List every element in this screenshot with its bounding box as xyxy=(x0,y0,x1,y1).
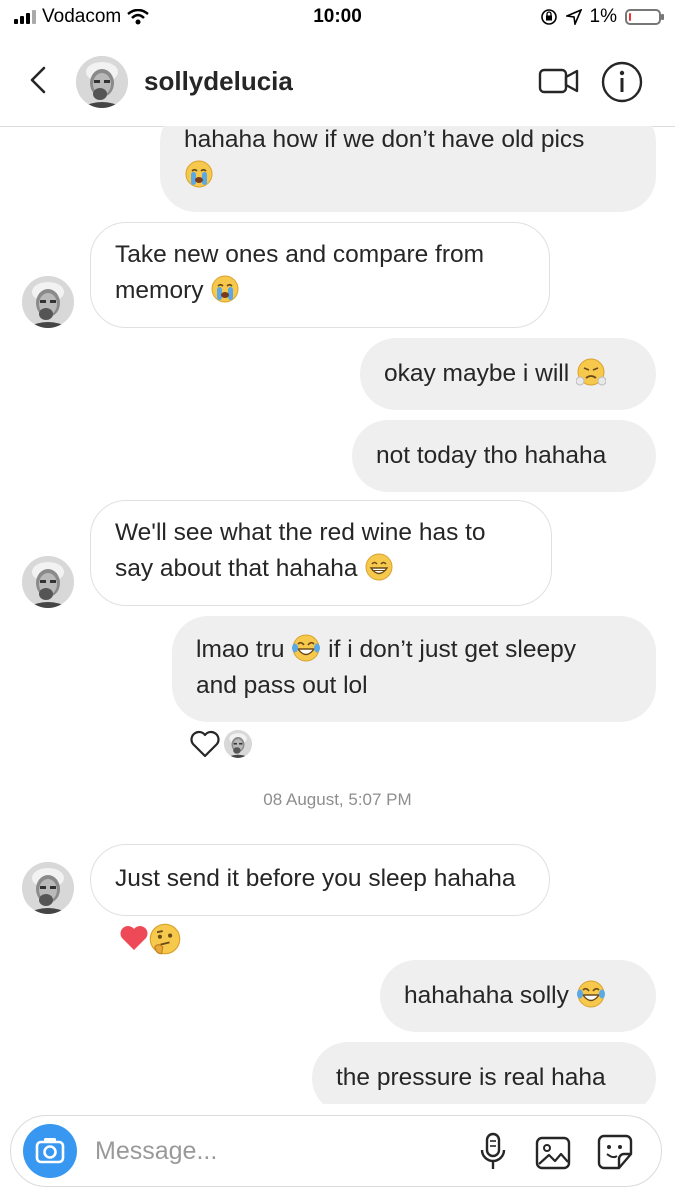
info-icon[interactable] xyxy=(600,60,644,104)
message-text: the pressure is real haha xyxy=(336,1064,606,1091)
incoming-message[interactable]: We'll see what the red wine has to say a… xyxy=(90,500,552,606)
incoming-message[interactable]: Take new ones and compare from memory xyxy=(90,222,550,328)
battery-fill xyxy=(629,13,631,21)
message-text: Just send it before you sleep hahaha xyxy=(115,865,516,892)
message-text: memory xyxy=(115,277,204,304)
avatar[interactable] xyxy=(22,556,74,608)
red-heart-reaction-icon[interactable] xyxy=(118,924,150,952)
message-text: lmao tru xyxy=(196,636,285,663)
outgoing-message[interactable]: the pressure is real haha xyxy=(312,1042,656,1104)
loudly-crying-face-icon xyxy=(184,159,214,189)
heart-outline-icon[interactable] xyxy=(190,730,220,758)
outgoing-message[interactable]: hahaha how if we don’t have old pics xyxy=(160,126,656,212)
message-thread[interactable]: hahaha how if we don’t have old pics Tak… xyxy=(0,126,675,1104)
thinking-face-reaction-icon[interactable] xyxy=(148,922,182,956)
battery-icon xyxy=(625,9,664,25)
video-camera-icon[interactable] xyxy=(538,62,580,100)
microphone-icon[interactable] xyxy=(473,1130,513,1174)
message-text: and pass out lol xyxy=(196,672,368,699)
tears-of-joy-icon xyxy=(576,979,606,1009)
outgoing-message[interactable]: hahahaha solly xyxy=(380,960,656,1032)
username[interactable]: sollydelucia xyxy=(144,66,293,97)
status-bar: Vodacom 10:00 1% xyxy=(0,0,675,36)
chat-header: sollydelucia xyxy=(0,36,675,127)
outgoing-message[interactable]: okay maybe i will xyxy=(360,338,656,410)
message-text: okay maybe i will xyxy=(384,360,570,387)
chevron-left-icon[interactable] xyxy=(22,60,58,100)
outgoing-message[interactable]: not today tho hahaha xyxy=(352,420,656,492)
outgoing-message[interactable]: lmao tru if i don’t just get sleepy and … xyxy=(172,616,656,722)
loudly-crying-face-icon xyxy=(210,274,240,304)
avatar[interactable] xyxy=(22,862,74,914)
avatar xyxy=(224,730,252,758)
message-text: hahaha how if we don’t have old pics xyxy=(184,126,585,153)
camera-button[interactable] xyxy=(23,1124,77,1178)
message-text: if i don’t just get sleepy xyxy=(328,636,576,663)
rotation-lock-icon xyxy=(540,9,557,25)
camera-icon xyxy=(35,1138,65,1164)
incoming-message[interactable]: Just send it before you sleep hahaha xyxy=(90,844,550,916)
message-composer xyxy=(10,1115,662,1187)
sticker-icon[interactable] xyxy=(595,1130,635,1174)
message-text: Take new ones and compare from xyxy=(115,241,485,268)
message-input[interactable] xyxy=(95,1134,425,1168)
timestamp: 08 August, 5:07 PM xyxy=(263,790,412,809)
tears-of-joy-icon xyxy=(291,633,321,663)
battery-percent: 1% xyxy=(589,6,617,27)
message-text: hahahaha solly xyxy=(404,982,569,1009)
location-icon xyxy=(565,9,582,25)
avatar[interactable] xyxy=(22,276,74,328)
message-text: not today tho hahaha xyxy=(376,442,607,469)
message-emoji-row xyxy=(184,158,632,194)
message-text: We'll see what the red wine has to xyxy=(115,519,486,546)
message-text: say about that hahaha xyxy=(115,555,358,582)
avatar[interactable] xyxy=(76,56,128,108)
status-right: 1% xyxy=(540,6,664,28)
face-with-steam-icon xyxy=(576,357,606,387)
gallery-icon[interactable] xyxy=(533,1130,573,1174)
grinning-face-icon xyxy=(364,552,394,582)
